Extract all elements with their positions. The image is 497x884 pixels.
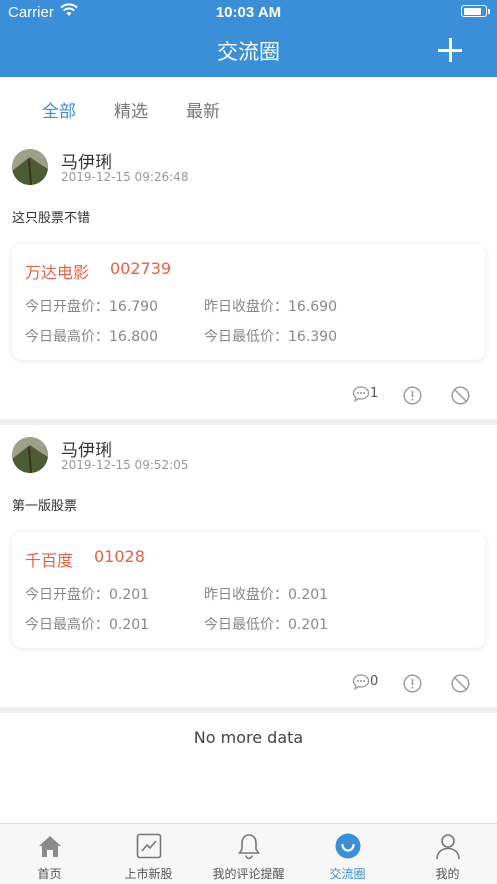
bell-icon xyxy=(238,834,260,860)
low-label: 今日最低价： xyxy=(204,329,288,345)
low-label: 今日最低价： xyxy=(204,617,288,633)
tabbar-label: 交流圈 xyxy=(329,867,366,881)
prev-close-label: 昨日收盘价： xyxy=(204,299,288,315)
open-value: 16.790 xyxy=(109,299,158,315)
post-text: 这只股票不错 xyxy=(12,211,91,226)
post-actions: 1 xyxy=(0,383,497,413)
post-actions: 0 xyxy=(0,671,497,701)
battery-icon xyxy=(461,5,490,17)
comment-count: 0 xyxy=(370,674,379,689)
tab-all[interactable]: 全部 xyxy=(42,97,76,122)
comment-button[interactable]: 0 xyxy=(352,671,378,691)
chart-icon xyxy=(136,833,162,859)
comment-button[interactable]: 1 xyxy=(352,383,378,403)
tabbar-label: 上市新股 xyxy=(124,867,173,881)
post-time: 2019-12-15 09:52:05 xyxy=(61,458,189,472)
report-icon[interactable] xyxy=(403,386,422,405)
stock-code: 002739 xyxy=(110,259,172,278)
bottom-tab-bar: 首页 上市新股 我的评论提醒 交流圈 我的 xyxy=(0,823,497,884)
comment-icon xyxy=(352,673,370,690)
prev-close-value: 0.201 xyxy=(288,587,329,603)
tabbar-label: 我的评论提醒 xyxy=(212,867,285,881)
plus-icon[interactable] xyxy=(438,38,462,62)
low-value: 0.201 xyxy=(288,617,329,633)
chat-circle-icon xyxy=(335,833,361,859)
clock: 10:03 AM xyxy=(215,4,282,21)
tabbar-label: 我的 xyxy=(435,867,460,881)
block-icon[interactable] xyxy=(451,674,470,693)
comment-count: 1 xyxy=(370,386,379,401)
block-icon[interactable] xyxy=(451,386,470,405)
post-card: 马伊琍 2019-12-15 09:52:05 第一版股票 千百度 01028 … xyxy=(0,425,497,707)
avatar[interactable] xyxy=(12,437,48,473)
person-icon xyxy=(436,834,460,860)
high-value: 0.201 xyxy=(109,617,150,633)
open-label: 今日开盘价： xyxy=(25,587,109,603)
post-card: 马伊琍 2019-12-15 09:26:48 这只股票不错 万达电影 0027… xyxy=(0,137,497,419)
prev-close-value: 16.690 xyxy=(288,299,337,315)
open-value: 0.201 xyxy=(109,587,150,603)
stock-name: 万达电影 xyxy=(25,263,90,282)
high-value: 16.800 xyxy=(109,329,158,345)
tab-latest[interactable]: 最新 xyxy=(186,97,220,122)
stock-name: 千百度 xyxy=(25,551,74,570)
post-time: 2019-12-15 09:26:48 xyxy=(61,170,189,184)
filter-tabs: 全部 精选 最新 xyxy=(0,77,497,137)
post-text: 第一版股票 xyxy=(12,499,78,514)
stock-card[interactable]: 万达电影 002739 今日开盘价：16.790 昨日收盘价：16.690 今日… xyxy=(12,244,485,360)
tabbar-item-comment-alerts[interactable]: 我的评论提醒 xyxy=(199,824,298,884)
high-label: 今日最高价： xyxy=(25,329,109,345)
high-label: 今日最高价： xyxy=(25,617,109,633)
status-bar: Carrier 10:03 AM xyxy=(0,0,497,24)
tabbar-item-home[interactable]: 首页 xyxy=(0,824,99,884)
open-label: 今日开盘价： xyxy=(25,299,109,315)
stock-code: 01028 xyxy=(94,547,145,566)
divider xyxy=(0,707,497,713)
low-value: 16.390 xyxy=(288,329,337,345)
tabbar-item-community[interactable]: 交流圈 xyxy=(298,824,397,884)
stock-card[interactable]: 千百度 01028 今日开盘价：0.201 昨日收盘价：0.201 今日最高价：… xyxy=(12,532,485,648)
tabbar-item-profile[interactable]: 我的 xyxy=(398,824,497,884)
prev-close-label: 昨日收盘价： xyxy=(204,587,288,603)
avatar[interactable] xyxy=(12,149,48,185)
tabbar-item-new-listings[interactable]: 上市新股 xyxy=(99,824,198,884)
comment-icon xyxy=(352,385,370,402)
no-more-data-label: No more data xyxy=(193,728,304,747)
report-icon[interactable] xyxy=(403,674,422,693)
home-icon xyxy=(39,836,61,857)
tabbar-label: 首页 xyxy=(37,867,62,881)
nav-bar: 交流圈 xyxy=(0,24,497,77)
page-title: 交流圈 xyxy=(217,40,280,64)
tab-featured[interactable]: 精选 xyxy=(114,97,148,122)
